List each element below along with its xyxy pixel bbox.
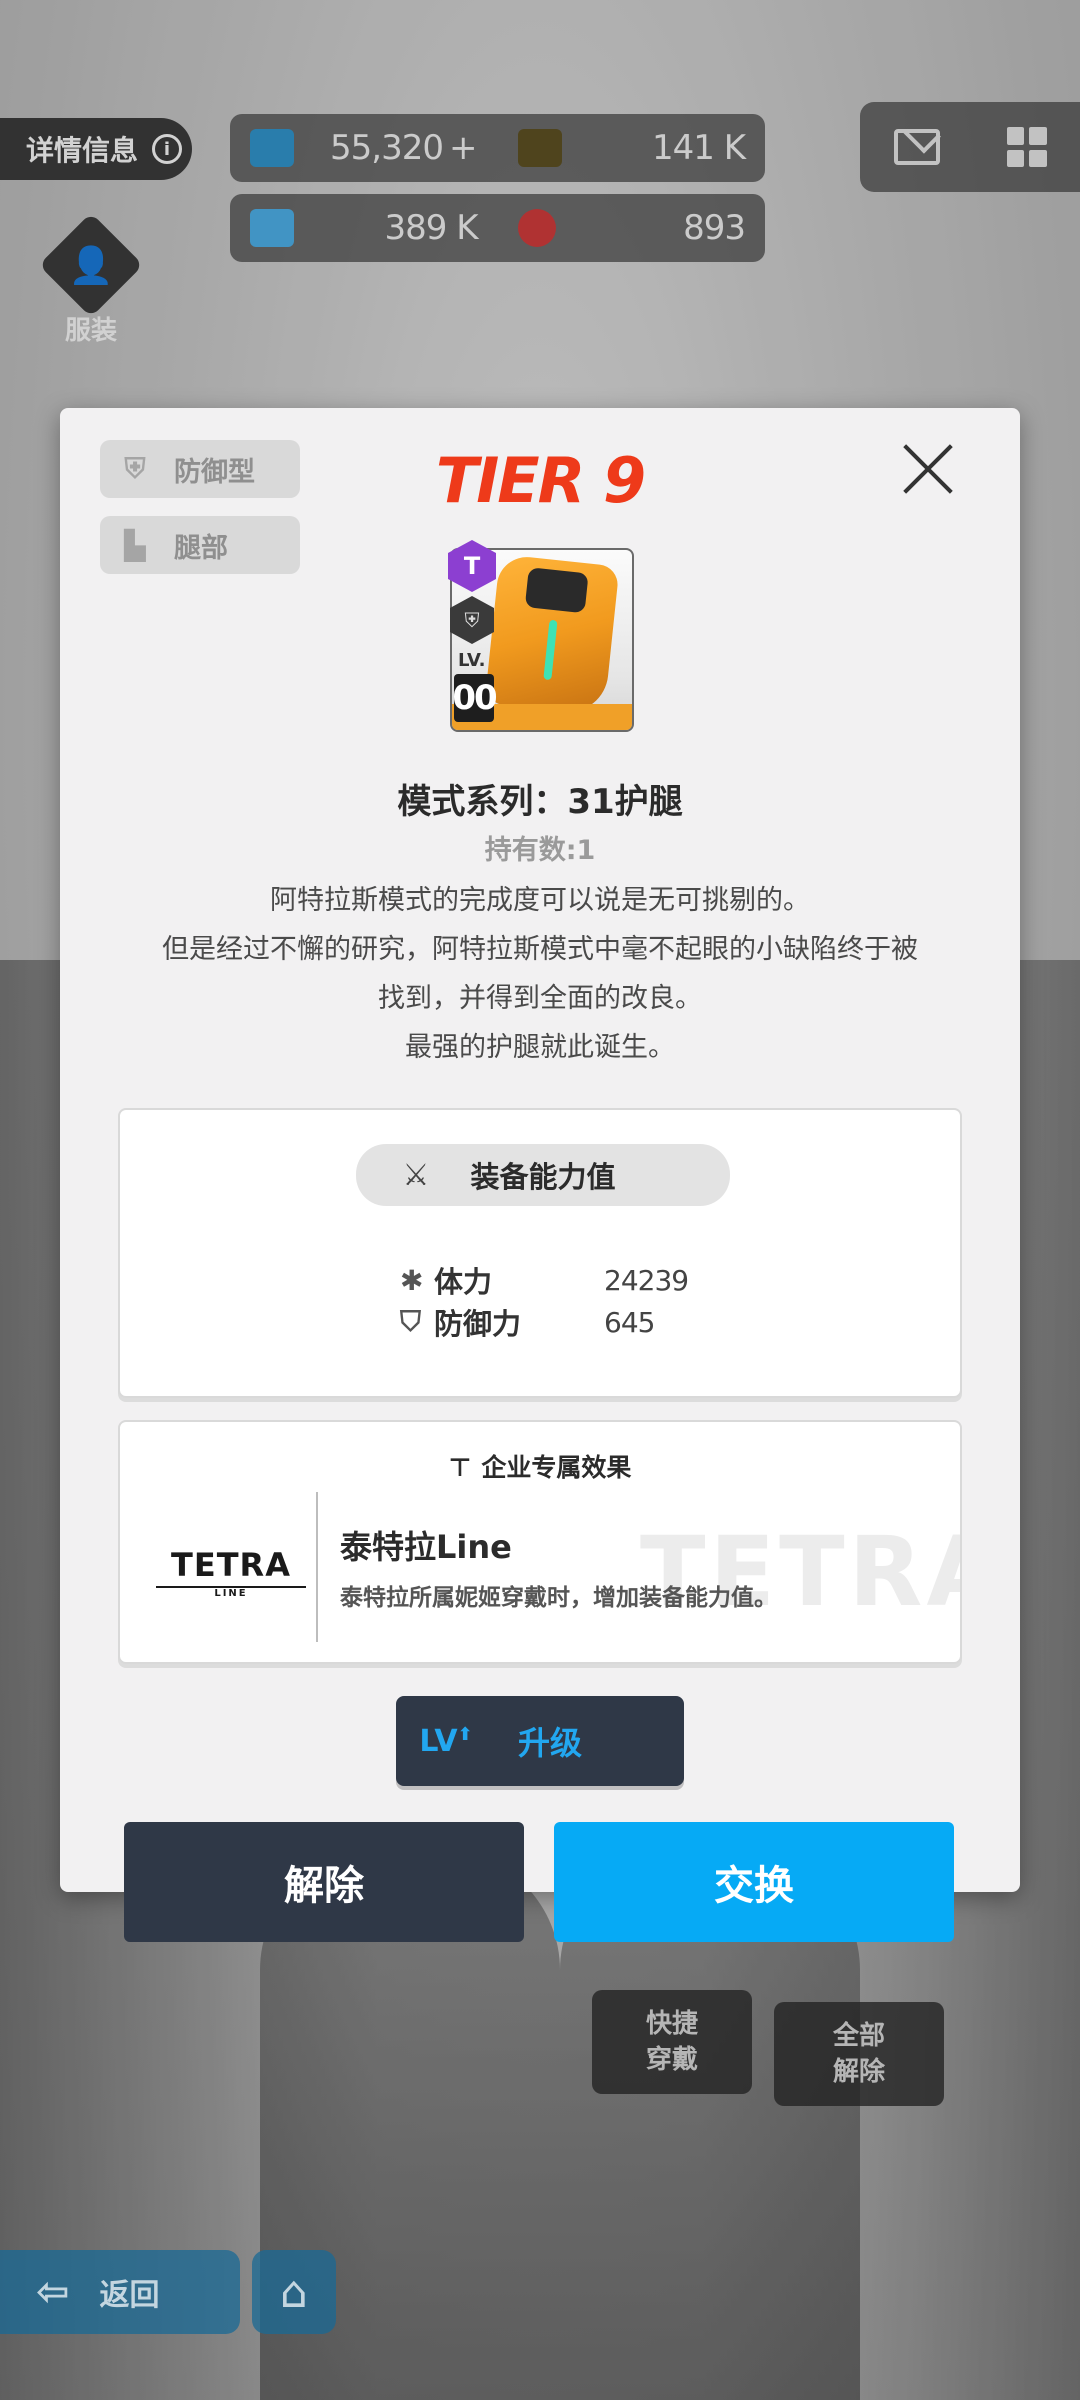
level-value: 00 [452,674,498,722]
swap-label: 交换 [714,1863,794,1909]
corp-effect-panel: TETRA ⊤ 企业专属效果 TETRA LINE 泰特拉Line 泰特拉所属妮姬… [118,1420,962,1664]
tetra-logo-sub: LINE [156,1586,306,1599]
close-icon[interactable] [898,440,958,500]
boot-icon: ▙ [124,528,146,562]
shield-icon: ⛉ [400,1305,422,1338]
stat-label: 防御力 [434,1307,522,1341]
stat-row-hp: ✱ 体力 24239 [400,1260,700,1300]
corp-name: 泰特拉Line [340,1528,512,1566]
stat-label: 体力 [434,1265,493,1299]
upgrade-button[interactable]: LV⬆ 升级 [396,1696,684,1786]
slot-tag: ▙ 腿部 [100,516,300,574]
release-label: 解除 [284,1863,364,1909]
corp-divider [316,1492,318,1642]
stat-value: 645 [604,1305,655,1339]
corp-effect-title: 企业专属效果 [481,1453,632,1482]
stats-header: ⚔ 装备能力值 [356,1144,730,1206]
tier-title: TIER 9 [435,444,646,517]
equipment-description: 阿特拉斯模式的完成度可以说是无可挑剔的。 但是经过不懈的研究，阿特拉斯模式中毫不… [100,876,980,1072]
tetra-logo-text: TETRA [171,1546,291,1584]
level-label: LV. [458,650,486,671]
hp-asterisk-icon: ✱ [400,1263,424,1297]
slot-tag-label: 腿部 [174,532,228,564]
level-up-icon: LV⬆ [419,1723,473,1759]
stat-value: 24239 [604,1263,689,1297]
swap-button[interactable]: 交换 [554,1822,954,1942]
corp-t-icon: ⊤ [448,1453,472,1482]
description-line: 阿特拉斯模式的完成度可以说是无可挑剔的。 [270,885,810,916]
equipment-detail-modal: ⛨ 防御型 ▙ 腿部 TIER 9 T ⛨ LV. 00 模式系列：31护腿 持… [60,408,1020,1942]
tetra-logo: TETRA LINE [156,1546,306,1599]
crossed-swords-icon: ⚔ [402,1157,430,1193]
leg-armor-art [484,554,620,716]
release-button[interactable]: 解除 [124,1822,524,1942]
upgrade-label: 升级 [518,1724,583,1762]
equipment-stats-panel: ⚔ 装备能力值 ✱ 体力 24239 ⛉ 防御力 645 [118,1108,962,1398]
equipment-name: 模式系列：31护腿 [397,782,683,822]
corp-description: 泰特拉所属妮姬穿戴时，增加装备能力值。 [340,1585,777,1611]
description-line: 找到，并得到全面的改良。 [378,983,702,1014]
corp-effect-header: ⊤ 企业专属效果 [120,1448,960,1484]
stat-row-defense: ⛉ 防御力 645 [400,1302,700,1342]
description-line: 但是经过不懈的研究，阿特拉斯模式中毫不起眼的小缺陷终于被 [162,934,918,965]
description-line: 最强的护腿就此诞生。 [405,1032,675,1063]
owned-count: 持有数:1 [484,835,596,866]
stats-title: 装备能力值 [470,1160,616,1194]
